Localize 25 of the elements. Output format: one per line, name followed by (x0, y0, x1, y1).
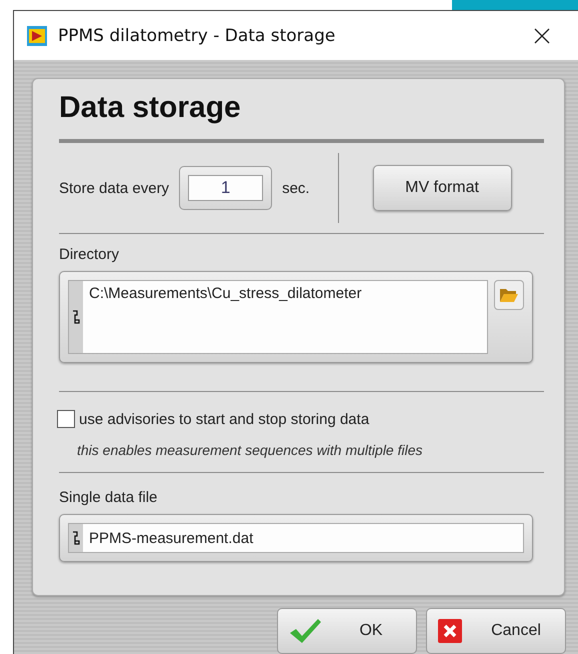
window-title: PPMS dilatometry - Data storage (58, 26, 336, 46)
link-icon (72, 531, 80, 545)
directory-path: C:\Measurements\Cu_stress_dilatometer (88, 284, 363, 304)
file-name: PPMS-measurement.dat (88, 528, 254, 548)
checkmark-icon (288, 617, 322, 645)
interval-field[interactable]: 1 (179, 166, 272, 210)
app-icon (26, 24, 48, 46)
folder-icon (499, 287, 519, 303)
browse-button[interactable] (494, 280, 524, 310)
format-button[interactable]: MV format (372, 165, 512, 211)
ok-button[interactable]: OK (277, 608, 417, 654)
directory-field[interactable]: C:\Measurements\Cu_stress_dilatometer (59, 271, 533, 363)
advisories-label: use advisories to start and stop storing data (79, 410, 370, 428)
file-field[interactable]: PPMS-measurement.dat (59, 514, 533, 562)
advisories-checkbox[interactable] (57, 410, 75, 428)
panel-heading: Data storage (59, 91, 242, 126)
file-label: Single data file (59, 489, 158, 506)
advisories-note: this enables measurement sequences with multiple files (77, 442, 424, 458)
link-icon (72, 310, 80, 324)
close-icon[interactable] (534, 28, 550, 44)
unit-label: sec. (282, 180, 310, 196)
cancel-button[interactable]: Cancel (426, 608, 566, 654)
interval-label: Store data every (59, 180, 170, 196)
directory-label: Directory (59, 246, 120, 263)
close-icon (437, 618, 463, 644)
